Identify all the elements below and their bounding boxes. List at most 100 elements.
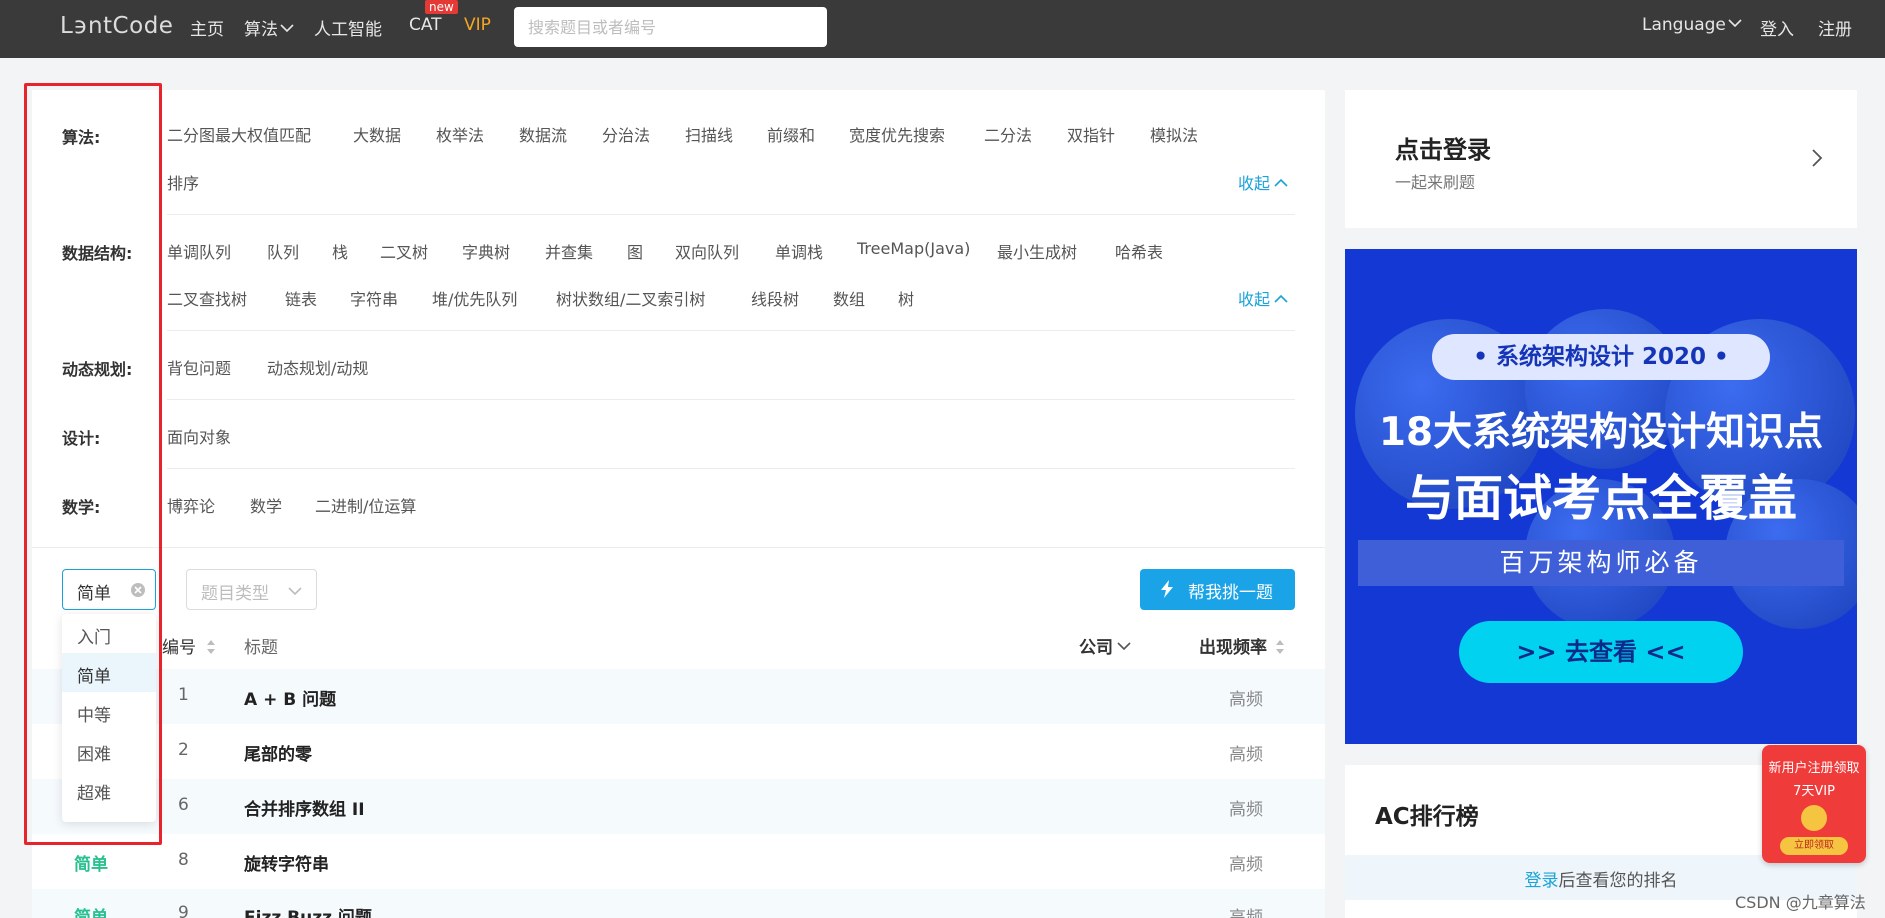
banner-strip: 百万架构师必备 xyxy=(1358,540,1844,586)
section-divider xyxy=(32,547,1325,548)
tag-item[interactable]: 树 xyxy=(898,286,914,310)
tag-item[interactable]: 树状数组/二叉索引树 xyxy=(556,286,705,310)
collapse-toggle[interactable]: 收起 xyxy=(1238,170,1288,194)
tag-item[interactable]: 最小生成树 xyxy=(997,239,1077,263)
tag-item[interactable]: 双向队列 xyxy=(675,239,739,263)
difficulty-option[interactable]: 入门 xyxy=(62,614,156,653)
tag-item[interactable]: 单调队列 xyxy=(167,239,231,263)
nav-home[interactable]: 主页 xyxy=(190,15,224,40)
frequency-label: 高频 xyxy=(1229,855,1263,875)
tag-item[interactable]: 链表 xyxy=(285,286,317,310)
column-header-id[interactable]: 编号 xyxy=(162,633,216,658)
tag-item[interactable]: 动态规划/动规 xyxy=(267,355,368,379)
lintcode-logo[interactable]: L϶ntCode xyxy=(60,13,173,39)
search-input[interactable] xyxy=(514,7,827,47)
tag-item[interactable]: 栈 xyxy=(332,239,348,263)
problem-type-select[interactable]: 题目类型 xyxy=(186,569,317,610)
language-selector[interactable]: Language xyxy=(1642,15,1742,35)
banner-cta-button[interactable]: >> 去查看 << xyxy=(1459,621,1743,683)
ac-login-link[interactable]: 登录 xyxy=(1525,871,1559,891)
filter-label-algorithm: 算法: xyxy=(62,128,101,147)
tag-item[interactable]: 单调栈 xyxy=(775,239,823,263)
tag-item[interactable]: 哈希表 xyxy=(1115,239,1163,263)
difficulty-option[interactable]: 超难 xyxy=(62,770,156,809)
divider xyxy=(167,330,1295,331)
problem-title[interactable]: 旋转字符串 xyxy=(244,850,329,875)
tag-item[interactable]: 二叉查找树 xyxy=(167,286,247,310)
tag-item[interactable]: 堆/优先队列 xyxy=(432,286,517,310)
nav-algorithm[interactable]: 算法 xyxy=(244,15,294,40)
register-link[interactable]: 注册 xyxy=(1818,15,1852,40)
frequency-label: 高频 xyxy=(1229,745,1263,765)
tag-item[interactable]: 宽度优先搜索 xyxy=(849,122,945,146)
column-header-company[interactable]: 公司 xyxy=(1079,633,1131,658)
tag-item[interactable]: 面向对象 xyxy=(167,424,231,448)
problem-title[interactable]: A + B 问题 xyxy=(244,685,336,710)
filter-label-dynamic-programming: 动态规划: xyxy=(62,360,133,379)
problem-title[interactable]: Fizz Buzz 问题 xyxy=(244,903,372,918)
table-row[interactable]: 简单 6 合并排序数组 II 高频 xyxy=(32,779,1325,834)
filter-label-math: 数学: xyxy=(62,498,101,517)
problem-title[interactable]: 合并排序数组 II xyxy=(244,795,365,820)
tag-item[interactable]: TreeMap(Java) xyxy=(857,239,970,258)
login-card[interactable]: 点击登录 一起来刷题 xyxy=(1345,90,1857,228)
table-row[interactable]: 简单 2 尾部的零 高频 xyxy=(32,724,1325,779)
filter-label-data-structure: 数据结构: xyxy=(62,244,133,263)
difficulty-select[interactable]: 简单 xyxy=(62,569,156,610)
difficulty-option[interactable]: 中等 xyxy=(62,692,156,731)
chevron-down-icon xyxy=(288,587,302,596)
table-row[interactable]: 简单 1 A + B 问题 高频 xyxy=(32,669,1325,724)
tag-item[interactable]: 模拟法 xyxy=(1150,122,1198,146)
table-row[interactable]: 简单 8 旋转字符串 高频 xyxy=(32,834,1325,889)
filter-label-design: 设计: xyxy=(62,429,101,448)
banner-headline-2: 与面试考点全覆盖 xyxy=(1404,470,1797,527)
tag-item[interactable]: 枚举法 xyxy=(436,122,484,146)
promo-line-2: 7天VIP xyxy=(1793,784,1835,799)
frequency-label: 高频 xyxy=(1229,800,1263,820)
tag-item[interactable]: 背包问题 xyxy=(167,355,231,379)
tag-item[interactable]: 分治法 xyxy=(602,122,650,146)
column-header-frequency[interactable]: 出现频率 xyxy=(1199,633,1285,658)
tag-item[interactable]: 数学 xyxy=(250,493,282,517)
tag-item[interactable]: 双指针 xyxy=(1067,122,1115,146)
ac-login-text: 后查看您的排名 xyxy=(1558,871,1678,891)
divider xyxy=(167,399,1295,400)
tag-item[interactable]: 扫描线 xyxy=(685,122,733,146)
tag-item[interactable]: 二叉树 xyxy=(380,239,428,263)
problem-id: 9 xyxy=(178,903,189,918)
collapse-label: 收起 xyxy=(1238,174,1271,193)
tag-item[interactable]: 字典树 xyxy=(462,239,510,263)
promo-claim-button[interactable]: 立即领取 xyxy=(1780,837,1848,855)
tag-item[interactable]: 数据流 xyxy=(519,122,567,146)
new-badge: new xyxy=(425,0,458,14)
collapse-toggle[interactable]: 收起 xyxy=(1238,286,1288,310)
tag-item[interactable]: 图 xyxy=(627,239,643,263)
nav-cat[interactable]: CAT xyxy=(409,15,442,35)
vip-promo-widget[interactable]: 新用户注册领取 7天VIP 立即领取 xyxy=(1762,745,1866,863)
difficulty-option-selected[interactable]: 简单 xyxy=(62,653,156,692)
nav-ai[interactable]: 人工智能 xyxy=(314,15,382,40)
chevron-down-icon xyxy=(280,24,294,33)
nav-vip[interactable]: VIP xyxy=(464,15,491,35)
tag-item[interactable]: 数组 xyxy=(833,286,865,310)
difficulty-option[interactable]: 困难 xyxy=(62,731,156,770)
tag-item[interactable]: 队列 xyxy=(267,239,299,263)
tag-item[interactable]: 二分法 xyxy=(984,122,1032,146)
tag-item[interactable]: 并查集 xyxy=(545,239,593,263)
tag-item[interactable]: 字符串 xyxy=(350,286,398,310)
problem-title[interactable]: 尾部的零 xyxy=(244,740,312,765)
tag-item[interactable]: 线段树 xyxy=(751,286,799,310)
problem-id: 2 xyxy=(178,740,189,760)
tag-item[interactable]: 博弈论 xyxy=(167,493,215,517)
tag-item[interactable]: 大数据 xyxy=(353,122,401,146)
clear-icon[interactable] xyxy=(130,582,146,598)
table-row[interactable]: 简单 9 Fizz Buzz 问题 高频 xyxy=(32,889,1325,918)
promo-banner[interactable]: • 系统架构设计 2020 • 18大系统架构设计知识点 与面试考点全覆盖 百万… xyxy=(1345,249,1857,744)
pick-problem-button[interactable]: 帮我挑一题 xyxy=(1140,569,1295,610)
problem-id: 8 xyxy=(178,850,189,870)
tag-item[interactable]: 二分图最大权值匹配 xyxy=(167,122,311,146)
tag-item[interactable]: 二进制/位运算 xyxy=(315,493,416,517)
tag-item[interactable]: 前缀和 xyxy=(767,122,815,146)
tag-item[interactable]: 排序 xyxy=(167,170,199,194)
login-link[interactable]: 登入 xyxy=(1760,15,1794,40)
